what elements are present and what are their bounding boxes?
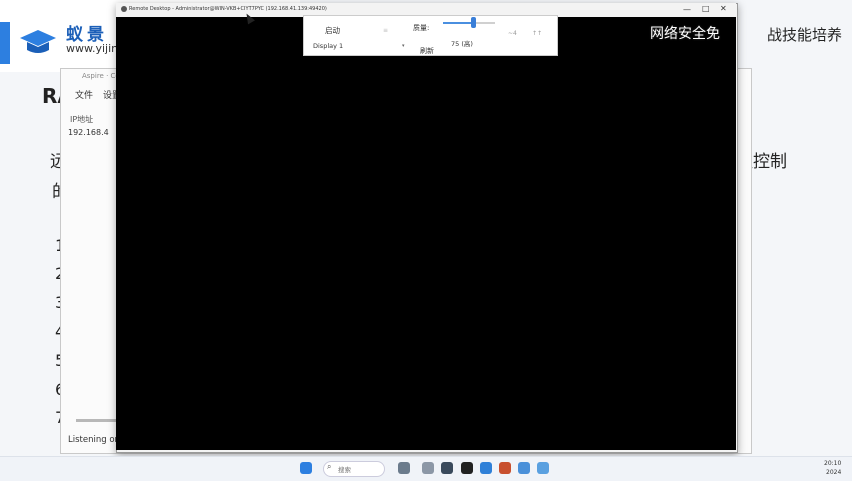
client-row-ip[interactable]: 192.168.4 — [68, 128, 109, 137]
remote-desktop-app-icon — [121, 6, 127, 12]
clock-time[interactable]: 20:10 — [824, 460, 841, 467]
display-select[interactable]: Display 1 — [313, 42, 343, 50]
cloud-app-icon[interactable] — [518, 462, 530, 474]
course-slogan: 战技能培养 — [766, 26, 842, 44]
photos-app-icon[interactable] — [499, 462, 511, 474]
clock-date[interactable]: 2024 — [826, 469, 841, 476]
maximize-button[interactable]: □ — [702, 4, 710, 13]
brand-accent-bar — [0, 22, 10, 64]
close-button[interactable]: ✕ — [720, 4, 727, 13]
watermark-text: 网络安全免 — [650, 26, 720, 42]
quality-value: 75 (高) — [451, 40, 473, 48]
chat-app-icon[interactable] — [422, 462, 434, 474]
gallery-app-icon[interactable] — [480, 462, 492, 474]
remote-desktop-title: Remote Desktop - Administrator@WIN-VKB+C… — [129, 6, 327, 12]
chevron-down-icon[interactable]: ▾ — [402, 43, 405, 49]
taskbar-search-box[interactable] — [323, 461, 385, 477]
start-button[interactable]: 启动 — [325, 25, 340, 36]
horizontal-scrollbar[interactable] — [76, 419, 116, 422]
graduation-cap-logo-icon — [20, 30, 56, 53]
keyboard-control[interactable]: ↑↑ — [532, 30, 542, 37]
column-header-ip[interactable]: IP地址 — [70, 114, 93, 125]
app-icon[interactable] — [441, 462, 453, 474]
taskbar-search-placeholder: 搜索 — [338, 466, 351, 474]
scale-control[interactable]: ~4 — [508, 30, 517, 37]
status-bar-text: Listening on — [68, 435, 120, 445]
windows-start-icon[interactable] — [300, 462, 312, 474]
bike-app-icon[interactable] — [398, 462, 410, 474]
quality-slider-fill — [443, 22, 472, 24]
menu-icon[interactable]: ≡ — [383, 27, 388, 34]
quality-slider-thumb[interactable] — [471, 17, 476, 28]
minimize-button[interactable]: — — [683, 5, 691, 14]
quality-label: 质量: — [413, 24, 430, 32]
remote-screen-view[interactable] — [116, 17, 736, 450]
settings-gear-icon[interactable] — [461, 462, 473, 474]
shield-app-icon[interactable] — [537, 462, 549, 474]
menu-file[interactable]: 文件 — [75, 88, 93, 101]
search-icon: ⌕ — [327, 462, 332, 471]
refresh-button[interactable]: 刷新 — [420, 46, 434, 56]
side-panel-divider — [736, 112, 751, 432]
